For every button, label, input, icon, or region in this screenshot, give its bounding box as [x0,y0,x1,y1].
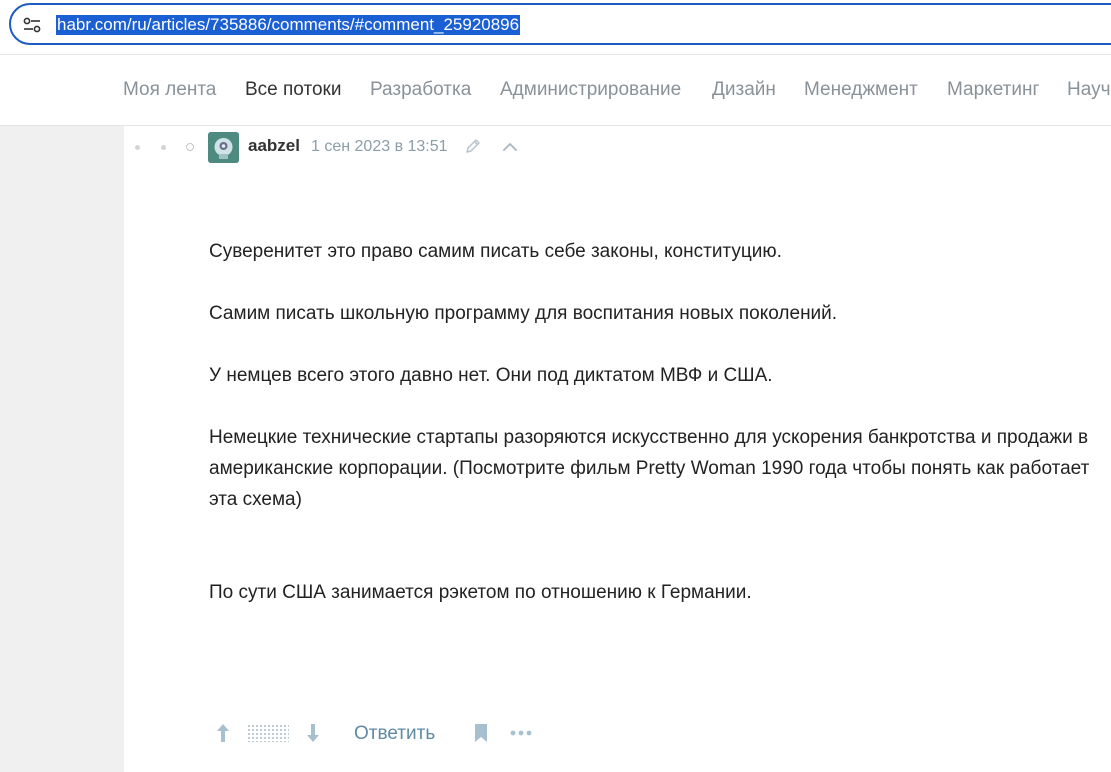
more-dots-icon[interactable] [509,728,533,738]
comment-footer: Ответить [209,720,709,750]
avatar[interactable] [208,132,239,163]
arrow-down-icon[interactable] [305,722,321,744]
url-field[interactable]: habr.com/ru/articles/735886/comments/#co… [9,3,1111,45]
nav-item-popsci[interactable]: Научпоп [1067,79,1111,101]
rating-placeholder [247,724,289,742]
nav-item-management[interactable]: Менеджмент [804,79,918,101]
nav-item-marketing[interactable]: Маркетинг [947,79,1039,101]
thread-dot-current [186,143,194,151]
comment-paragraph: Немецкие технические стартапы разоряются… [209,427,1090,510]
browser-address-bar: habr.com/ru/articles/735886/comments/#co… [0,0,1111,55]
comment-paragraph: Суверенитет это право самим писать себе … [209,241,782,262]
nav-item-administration[interactable]: Администрирование [500,79,681,101]
chevron-up-icon[interactable] [501,140,519,152]
avatar-robot-icon [208,132,239,163]
arrow-up-icon[interactable] [215,722,231,744]
thread-dot [135,145,140,150]
comment-paragraph: По сути США занимается рэкетом по отноше… [209,582,752,603]
comment-timestamp[interactable]: 1 сен 2023 в 13:51 [311,138,448,156]
tune-icon[interactable] [23,17,41,33]
nav-item-my-feed[interactable]: Моя лента [123,79,216,101]
pencil-icon[interactable] [464,137,482,155]
comment-card: aabzel 1 сен 2023 в 13:51 Суверенитет эт… [124,126,1111,772]
flows-nav: Моя лента Все потоки Разработка Админист… [0,55,1111,126]
comment-paragraph: У немцев всего этого давно нет. Они под … [209,365,773,386]
nav-item-development[interactable]: Разработка [370,79,471,101]
reply-button[interactable]: Ответить [354,723,435,745]
nav-item-all-flows[interactable]: Все потоки [245,79,341,101]
comment-author[interactable]: aabzel [248,136,300,156]
url-text[interactable]: habr.com/ru/articles/735886/comments/#co… [56,15,521,35]
nav-item-design[interactable]: Дизайн [712,79,776,101]
thread-dot [161,145,166,150]
comment-body: Суверенитет это право самим писать себе … [209,236,1099,608]
bookmark-icon[interactable] [473,722,489,744]
comment-paragraph: Самим писать школьную программу для восп… [209,303,838,324]
